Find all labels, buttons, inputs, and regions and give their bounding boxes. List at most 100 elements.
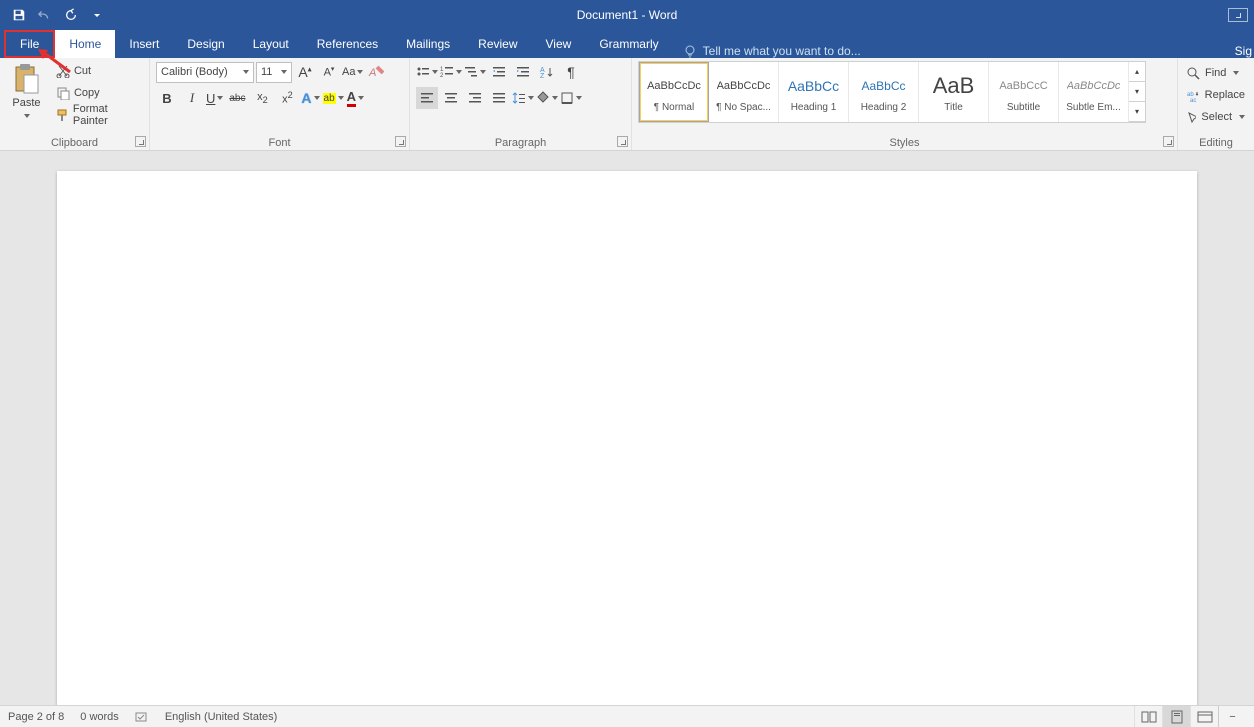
underline-button[interactable]: U [206, 91, 223, 106]
highlight-button[interactable]: ab [323, 93, 344, 104]
status-language[interactable]: English (United States) [165, 711, 278, 723]
quick-access-toolbar [6, 3, 110, 27]
view-web-layout[interactable] [1190, 706, 1218, 727]
paste-button[interactable]: Paste [6, 61, 47, 135]
tab-insert[interactable]: Insert [115, 30, 173, 58]
show-hide-button[interactable]: ¶ [560, 61, 582, 83]
chevron-down-icon [552, 96, 558, 100]
chevron-down-icon [1233, 71, 1239, 75]
tab-file[interactable]: File [4, 30, 55, 58]
shrink-font-button[interactable]: A▾ [318, 61, 340, 83]
style-subtitle[interactable]: AaBbCcC Subtitle [989, 62, 1059, 122]
font-color-button[interactable]: A [347, 89, 364, 107]
document-page[interactable] [57, 171, 1197, 705]
chevron-down-icon [576, 96, 582, 100]
borders-button[interactable] [560, 91, 582, 105]
chevron-down-icon [243, 70, 249, 74]
strikethrough-button[interactable]: abc [226, 87, 248, 109]
tab-mailings[interactable]: Mailings [392, 30, 464, 58]
paste-icon [12, 63, 40, 95]
view-read-mode[interactable] [1134, 706, 1162, 727]
replace-button[interactable]: abac Replace [1184, 85, 1248, 105]
style-subtle-emphasis[interactable]: AaBbCcDc Subtle Em... [1059, 62, 1129, 122]
chevron-down-icon [358, 96, 364, 100]
shading-button[interactable] [536, 91, 558, 105]
shading-icon [536, 91, 550, 105]
multilevel-list-button[interactable] [464, 65, 486, 79]
styles-expand[interactable]: ▾ [1129, 102, 1145, 122]
zoom-out-button[interactable]: − [1218, 706, 1246, 727]
select-button[interactable]: Select [1184, 107, 1248, 127]
paragraph-dialog-launcher[interactable] [617, 136, 628, 147]
style-normal[interactable]: AaBbCcDc ¶ Normal [639, 62, 709, 122]
numbering-button[interactable]: 12 [440, 65, 462, 79]
redo-button[interactable] [58, 3, 84, 27]
sort-button[interactable]: AZ [536, 61, 558, 83]
cut-button[interactable]: Cut [53, 61, 143, 81]
sign-in-link[interactable]: Sig [1235, 44, 1254, 58]
chevron-down-icon [314, 96, 320, 100]
tab-view[interactable]: View [532, 30, 586, 58]
align-left-button[interactable] [416, 87, 438, 109]
superscript-button[interactable]: x2 [276, 87, 298, 109]
font-dialog-launcher[interactable] [395, 136, 406, 147]
clipboard-dialog-launcher[interactable] [135, 136, 146, 147]
align-right-button[interactable] [464, 87, 486, 109]
style-no-spacing[interactable]: AaBbCcDc ¶ No Spac... [709, 62, 779, 122]
align-left-icon [420, 91, 434, 105]
tell-me-search[interactable]: Tell me what you want to do... [683, 44, 861, 58]
format-painter-button[interactable]: Format Painter [53, 105, 143, 125]
tab-design[interactable]: Design [173, 30, 238, 58]
svg-text:ac: ac [1190, 98, 1196, 102]
grow-font-button[interactable]: A▴ [294, 61, 316, 83]
format-painter-icon [56, 108, 69, 122]
qat-customize-button[interactable] [84, 3, 110, 27]
italic-button[interactable]: I [181, 87, 203, 109]
save-button[interactable] [6, 3, 32, 27]
group-clipboard: Paste Cut Copy Format Painter Clipboard [0, 58, 150, 150]
text-effects-button[interactable]: A [301, 90, 319, 106]
styles-row-down[interactable]: ▾ [1129, 82, 1145, 102]
style-title[interactable]: AaB Title [919, 62, 989, 122]
sort-icon: AZ [540, 65, 554, 79]
style-heading1[interactable]: AaBbCc Heading 1 [779, 62, 849, 122]
title-bar: Document1 - Word [0, 0, 1254, 30]
line-spacing-button[interactable] [512, 91, 534, 105]
chevron-down-icon [1239, 115, 1245, 119]
status-page[interactable]: Page 2 of 8 [8, 711, 64, 723]
font-size-combo[interactable]: 11 [256, 62, 292, 83]
font-name-combo[interactable]: Calibri (Body) [156, 62, 254, 83]
chevron-down-icon [217, 96, 223, 100]
view-print-layout[interactable] [1162, 706, 1190, 727]
replace-icon: abac [1187, 89, 1200, 102]
borders-icon [560, 91, 574, 105]
justify-button[interactable] [488, 87, 510, 109]
undo-button[interactable] [32, 3, 58, 27]
styles-row-up[interactable]: ▴ [1129, 62, 1145, 82]
find-button[interactable]: Find [1184, 63, 1248, 83]
status-words[interactable]: 0 words [80, 711, 119, 723]
tab-grammarly[interactable]: Grammarly [585, 30, 672, 58]
subscript-button[interactable]: x2 [251, 87, 273, 109]
tab-layout[interactable]: Layout [239, 30, 303, 58]
align-right-icon [468, 91, 482, 105]
tab-references[interactable]: References [303, 30, 392, 58]
bold-button[interactable]: B [156, 87, 178, 109]
tab-review[interactable]: Review [464, 30, 531, 58]
clear-formatting-icon: A [368, 64, 384, 80]
document-area[interactable] [0, 151, 1254, 705]
copy-button[interactable]: Copy [53, 83, 143, 103]
ribbon-display-options-button[interactable] [1228, 8, 1248, 22]
chevron-down-icon [357, 70, 363, 74]
tab-home[interactable]: Home [55, 30, 115, 58]
clear-formatting-button[interactable]: A [365, 61, 387, 83]
bullets-button[interactable] [416, 65, 438, 79]
styles-dialog-launcher[interactable] [1163, 136, 1174, 147]
increase-indent-button[interactable] [512, 61, 534, 83]
spellcheck-icon[interactable] [135, 710, 149, 724]
align-center-button[interactable] [440, 87, 462, 109]
style-heading2[interactable]: AaBbCc Heading 2 [849, 62, 919, 122]
decrease-indent-button[interactable] [488, 61, 510, 83]
styles-more: ▴ ▾ ▾ [1129, 62, 1145, 122]
change-case-button[interactable]: Aa [342, 66, 363, 78]
